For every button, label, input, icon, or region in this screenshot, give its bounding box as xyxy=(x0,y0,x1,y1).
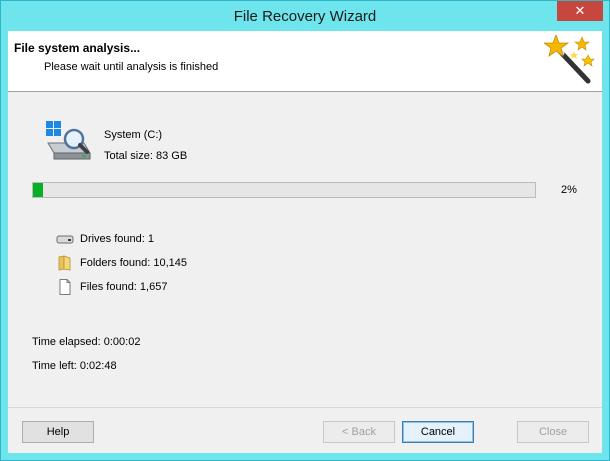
cancel-button[interactable]: Cancel xyxy=(402,421,474,443)
time-elapsed: Time elapsed: 0:00:02 xyxy=(32,336,141,348)
progress-fill xyxy=(33,183,43,197)
wizard-header: File system analysis... Please wait unti… xyxy=(8,31,602,92)
header-title: File system analysis... xyxy=(14,41,141,55)
files-found-label: Files found: 1,657 xyxy=(80,281,168,293)
window-close-button[interactable]: ✕ xyxy=(557,1,603,21)
help-button[interactable]: Help xyxy=(22,421,94,443)
close-icon: ✕ xyxy=(574,3,586,18)
wizard-client-area: File system analysis... Please wait unti… xyxy=(8,31,602,453)
window-title: File Recovery Wizard xyxy=(233,8,377,25)
drive-icon xyxy=(56,235,74,244)
time-left: Time left: 0:02:48 xyxy=(32,360,117,372)
title-bar[interactable]: File Recovery Wizard ✕ xyxy=(1,1,609,31)
close-button[interactable]: Close xyxy=(517,421,589,443)
folder-icon xyxy=(58,255,71,271)
header-subtitle: Please wait until analysis is finished xyxy=(44,61,219,73)
analysis-progress-bar xyxy=(32,182,536,198)
file-icon xyxy=(59,279,71,295)
drive-total-size: Total size: 83 GB xyxy=(104,150,188,162)
folders-found-label: Folders found: 10,145 xyxy=(80,257,188,269)
wizard-footer: Help < Back Cancel Close xyxy=(8,407,602,453)
hard-drive-search-icon xyxy=(46,121,91,160)
drives-found-label: Drives found: 1 xyxy=(80,233,154,245)
progress-percent: 2% xyxy=(561,184,577,196)
wizard-window: File Recovery Wizard ✕ File system analy… xyxy=(0,0,610,461)
magic-wand-icon xyxy=(544,35,595,84)
drive-name: System (C:) xyxy=(104,129,163,141)
back-button[interactable]: < Back xyxy=(323,421,395,443)
